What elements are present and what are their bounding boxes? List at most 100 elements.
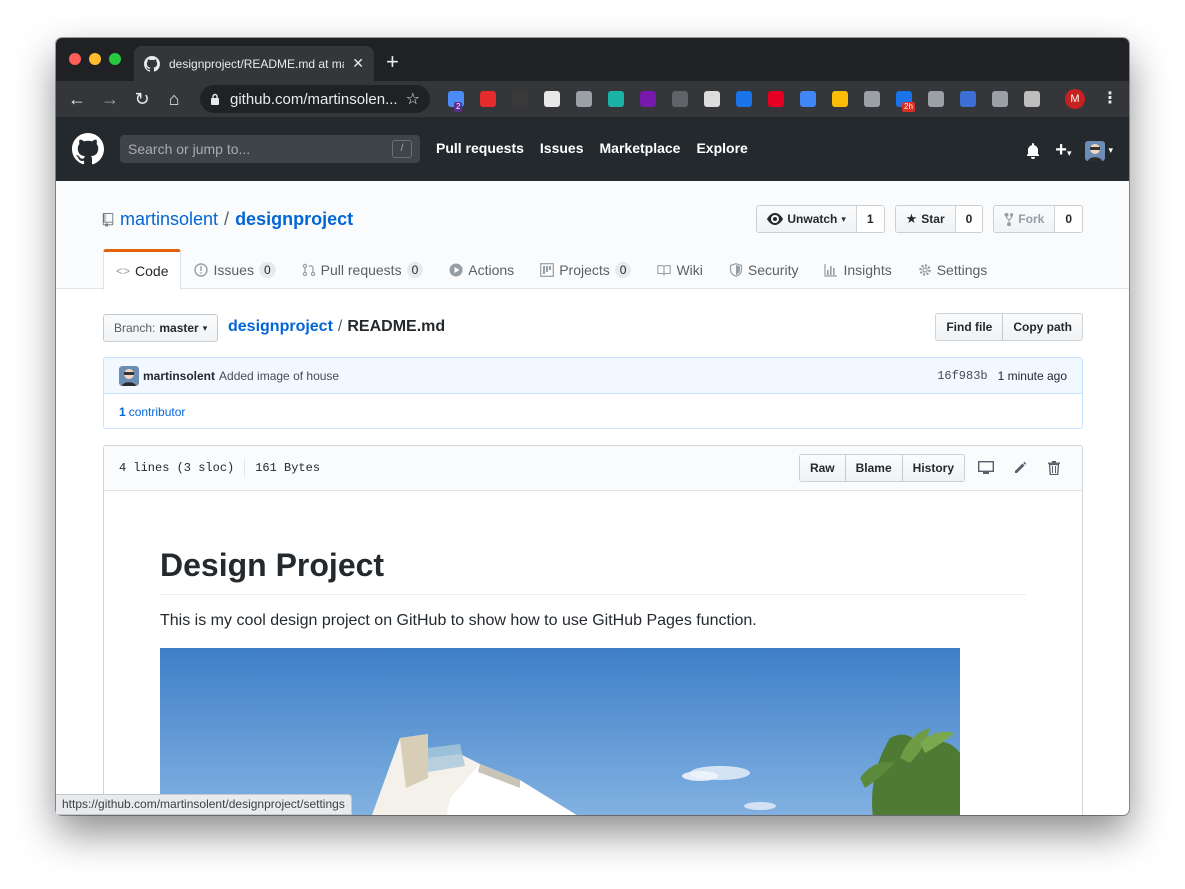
commit-sha[interactable]: 16f983b: [937, 369, 987, 383]
desktop-icon[interactable]: [973, 455, 999, 481]
bell-icon[interactable]: [1025, 142, 1041, 159]
find-file-button[interactable]: Find file: [936, 314, 1003, 340]
watch-count[interactable]: 1: [855, 206, 884, 232]
file-button-group: Find file Copy path: [935, 313, 1083, 341]
ext-emoji-icon[interactable]: [1024, 91, 1040, 107]
window-maximize-button[interactable]: [109, 53, 121, 65]
ext-docs-icon[interactable]: [800, 91, 816, 107]
chevron-down-icon: ▾: [1108, 145, 1113, 155]
breadcrumb-root-link[interactable]: designproject: [228, 318, 333, 336]
project-icon: [540, 262, 555, 277]
readme-body: Design Project This is my cool design pr…: [104, 491, 1082, 815]
blame-button[interactable]: Blame: [844, 455, 902, 481]
nav-pull-requests[interactable]: Pull requests: [436, 140, 524, 156]
star-button[interactable]: ★ Star: [895, 206, 955, 232]
reload-icon[interactable]: ↻: [131, 88, 153, 110]
tab-projects[interactable]: Projects 0: [527, 249, 644, 289]
contributors-link[interactable]: 1 contributor: [104, 394, 1082, 428]
issues-counter: 0: [258, 261, 276, 278]
copy-path-button[interactable]: Copy path: [1002, 314, 1082, 340]
user-avatar[interactable]: ▾: [1085, 140, 1113, 161]
tab-insights[interactable]: Insights: [811, 249, 904, 289]
pencil-icon[interactable]: [1007, 455, 1033, 481]
history-button[interactable]: History: [901, 455, 964, 481]
ext-keep-icon[interactable]: [576, 91, 592, 107]
ext-notes-icon[interactable]: [960, 91, 976, 107]
house-photo: [160, 648, 960, 815]
tab-label: Projects: [559, 261, 610, 278]
eye-icon: [767, 213, 784, 225]
ext-skype-icon[interactable]: [864, 91, 880, 107]
raw-button[interactable]: Raw: [799, 455, 845, 481]
fork-count[interactable]: 0: [1054, 206, 1082, 232]
readme-title: Design Project: [160, 547, 1026, 595]
new-tab-button[interactable]: +: [386, 49, 399, 75]
ext-pinterest-icon[interactable]: [768, 91, 784, 107]
repo-title: martinsolent / designproject: [102, 209, 353, 230]
tab-close-icon[interactable]: ✕: [352, 55, 364, 72]
window-close-button[interactable]: [69, 53, 81, 65]
file-info-divider: [244, 459, 246, 477]
tab-code[interactable]: <> Code: [103, 249, 182, 290]
tab-label: Security: [747, 261, 799, 278]
github-header: Search or jump to... / Pull requests Iss…: [56, 117, 1129, 181]
branch-select[interactable]: Branch: master ▾: [103, 314, 219, 342]
forward-icon[interactable]: →: [99, 88, 121, 110]
fork-button[interactable]: Fork: [994, 206, 1055, 232]
home-icon[interactable]: ⌂: [163, 88, 185, 110]
nav-marketplace[interactable]: Marketplace: [600, 140, 681, 156]
url-text: github.com/martinsolen...: [230, 90, 398, 108]
ext-lightbulb-icon[interactable]: [928, 91, 944, 107]
ext-m-icon[interactable]: [608, 91, 624, 107]
tab-settings[interactable]: Settings: [905, 249, 1001, 289]
avatar[interactable]: [119, 365, 139, 386]
back-icon[interactable]: ←: [66, 88, 88, 110]
create-new-icon[interactable]: +▾: [1055, 139, 1071, 162]
browser-toolbar: ← → ↻ ⌂ github.com/martinsolen... ☆ 2 2h …: [56, 81, 1129, 117]
file-actions: Raw Blame History: [798, 454, 1067, 482]
ext-sheets-icon[interactable]: [544, 91, 560, 107]
github-search-input[interactable]: Search or jump to... /: [120, 135, 420, 163]
file-box: 4 lines (3 sloc) 161 Bytes Raw Blame His…: [103, 445, 1083, 815]
ext-imdb-icon[interactable]: [512, 91, 528, 107]
ext-camera-icon[interactable]: [992, 91, 1008, 107]
branch-label: Branch:: [114, 321, 156, 335]
file-view-buttons: Raw Blame History: [798, 454, 965, 482]
unwatch-label: Unwatch: [787, 212, 838, 226]
tab-actions[interactable]: Actions: [436, 249, 527, 289]
trash-icon[interactable]: [1041, 455, 1067, 481]
tab-issues[interactable]: Issues 0: [181, 249, 288, 289]
ext-adblock-icon[interactable]: [480, 91, 496, 107]
profile-avatar[interactable]: M: [1065, 89, 1085, 109]
repo-title-separator: /: [224, 209, 230, 229]
window-minimize-button[interactable]: [89, 53, 101, 65]
repo-header: martinsolent / designproject Unwatch ▾ 1…: [56, 181, 1129, 290]
star-count[interactable]: 0: [954, 206, 983, 232]
ext-chrome-icon[interactable]: [832, 91, 848, 107]
browser-menu-icon[interactable]: ⋮: [1102, 88, 1118, 108]
tab-security[interactable]: Security: [716, 249, 812, 289]
tab-pull-requests[interactable]: Pull requests 0: [289, 249, 437, 289]
github-logo-icon[interactable]: [72, 133, 104, 165]
commit-message[interactable]: Added image of house: [219, 369, 937, 383]
nav-issues[interactable]: Issues: [540, 140, 584, 156]
tab-label: Actions: [468, 261, 515, 278]
tab-wiki[interactable]: Wiki: [644, 249, 715, 289]
status-bar-url: https://github.com/martinsolent/designpr…: [56, 794, 352, 815]
extension-badge: 2h: [902, 102, 915, 112]
github-favicon-icon: [144, 55, 160, 72]
ext-accessibility-icon[interactable]: [736, 91, 752, 107]
address-bar[interactable]: github.com/martinsolen... ☆: [200, 85, 430, 113]
ext-onenote-icon[interactable]: [640, 91, 656, 107]
unwatch-button[interactable]: Unwatch ▾: [757, 206, 856, 232]
bookmark-star-icon[interactable]: ☆: [406, 89, 420, 109]
repo-owner-link[interactable]: martinsolent: [120, 209, 218, 230]
file-nav-buttons: Find file Copy path: [935, 313, 1083, 341]
ext-mercury-icon[interactable]: [672, 91, 688, 107]
ext-clapper-icon[interactable]: [704, 91, 720, 107]
commit-author[interactable]: martinsolent: [143, 369, 215, 383]
nav-explore[interactable]: Explore: [696, 140, 747, 156]
browser-tab[interactable]: designproject/README.md at ma ✕: [134, 46, 374, 81]
repo-name-link[interactable]: designproject: [235, 209, 353, 230]
chevron-down-icon: ▾: [841, 213, 846, 224]
